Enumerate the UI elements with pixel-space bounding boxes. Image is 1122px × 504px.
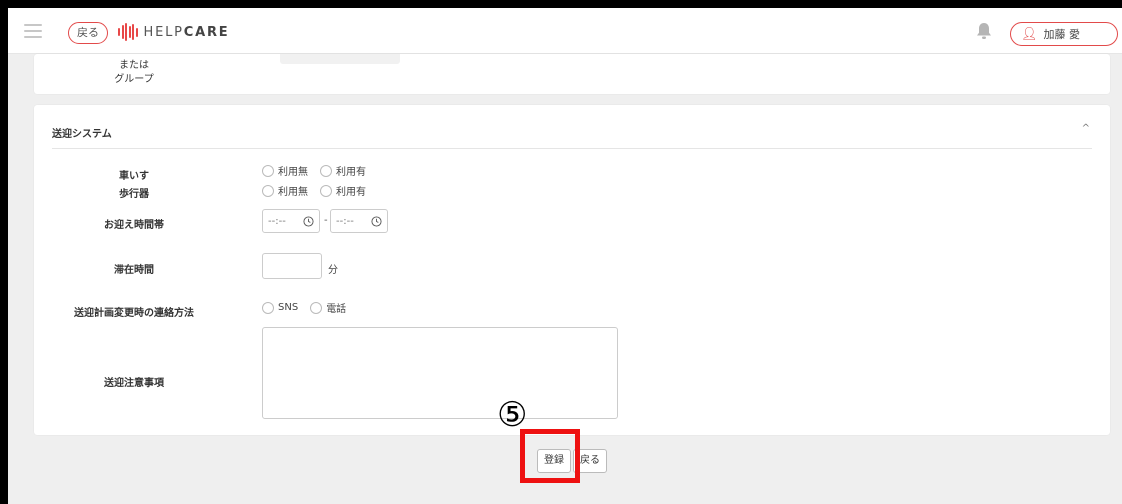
bell-icon[interactable] (974, 21, 994, 41)
clock-icon (303, 215, 314, 227)
time-separator: - (324, 215, 328, 226)
hamburger-icon[interactable] (24, 24, 42, 38)
contact-option-phone[interactable]: 電話 (310, 300, 346, 315)
walker-radio-group: 利用無 利用有 (262, 183, 366, 198)
logo-mark-icon (118, 23, 138, 41)
wheelchair-label: 車いす (119, 171, 149, 182)
radio-icon (262, 164, 274, 177)
person-icon: 👤︎ (1021, 26, 1038, 42)
group-label-line2: グループ (114, 74, 154, 85)
contact-method-radio-group: SNS 電話 (262, 300, 346, 315)
radio-icon (320, 184, 332, 197)
pickup-time-label: お迎え時間帯 (104, 220, 164, 231)
logo-text: HELPCARE (143, 24, 230, 40)
radio-icon (262, 301, 274, 314)
top-header: 戻る HELPCARE 👤︎ 加藤 愛 (8, 8, 1122, 54)
step-marker: ⑤ (497, 395, 528, 435)
pickup-time-from-input[interactable]: --:-- (262, 209, 320, 233)
wheelchair-option-use[interactable]: 利用有 (320, 163, 366, 178)
contact-option-sns[interactable]: SNS (262, 301, 298, 314)
clock-icon (371, 215, 382, 227)
walker-label: 歩行器 (119, 189, 149, 200)
group-card: または グループ (34, 54, 1110, 94)
contact-method-label: 送迎計画変更時の連絡方法 (74, 308, 194, 319)
header-back-button[interactable]: 戻る (68, 22, 108, 44)
section-divider (52, 148, 1092, 149)
walker-option-use[interactable]: 利用有 (320, 183, 366, 198)
notes-textarea[interactable] (262, 327, 618, 419)
group-label-line1: または (119, 60, 149, 71)
section-title: 送迎システム (52, 129, 112, 140)
notes-label: 送迎注意事項 (104, 378, 164, 389)
wheelchair-radio-group: 利用無 利用有 (262, 163, 366, 178)
wheelchair-option-none[interactable]: 利用無 (262, 163, 308, 178)
radio-icon (262, 184, 274, 197)
stay-time-input[interactable] (262, 253, 322, 279)
highlight-box (520, 429, 580, 483)
walker-option-none[interactable]: 利用無 (262, 183, 308, 198)
stay-time-label: 滞在時間 (114, 265, 154, 276)
group-field[interactable] (280, 54, 400, 64)
user-name: 加藤 愛 (1043, 27, 1081, 41)
stay-time-unit: 分 (328, 265, 338, 276)
chevron-up-icon[interactable]: ^ (1082, 123, 1090, 134)
radio-icon (310, 301, 323, 314)
user-menu-button[interactable]: 👤︎ 加藤 愛 (1010, 22, 1118, 46)
app-logo: HELPCARE (118, 22, 229, 42)
radio-icon (320, 164, 332, 177)
pickup-time-to-input[interactable]: --:-- (330, 209, 388, 233)
transport-section-card: 送迎システム ^ 車いす 利用無 利用有 歩行器 利用無 利用有 お迎え時間帯 … (34, 105, 1110, 435)
